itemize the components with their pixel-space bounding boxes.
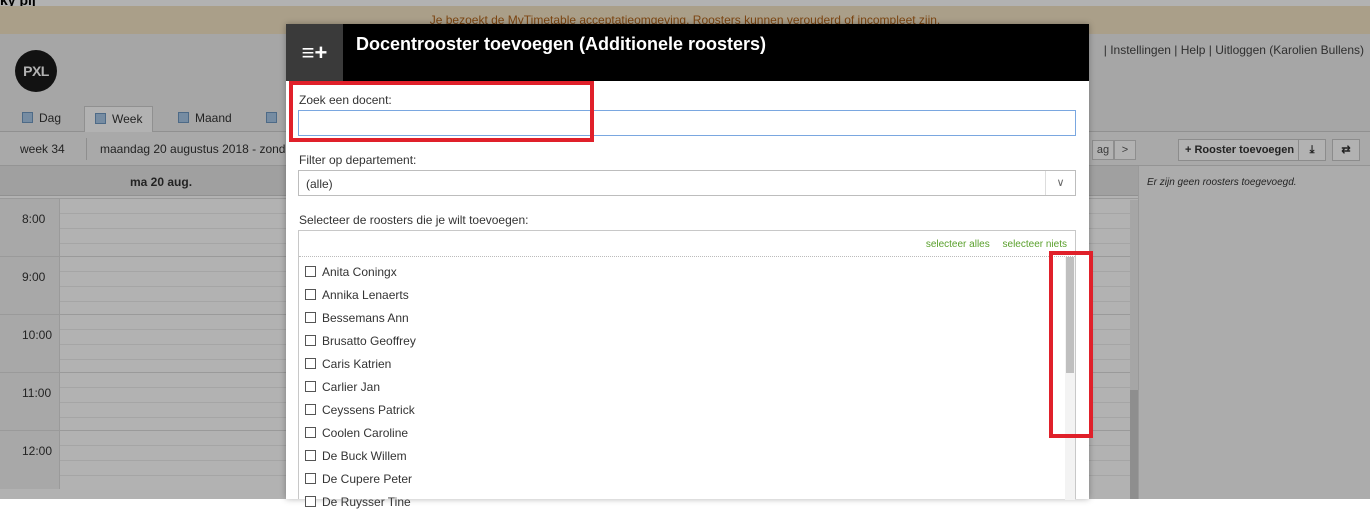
filter-label: Filter op departement: xyxy=(299,153,417,167)
dialog-header: ≡+ Docentrooster toevoegen (Additionele … xyxy=(286,24,1089,81)
divider xyxy=(299,256,1075,257)
highlight-search-box xyxy=(289,81,594,142)
checkbox[interactable] xyxy=(305,473,316,484)
checkbox[interactable] xyxy=(305,404,316,415)
highlight-scrollbar xyxy=(1049,251,1093,438)
teacher-item[interactable]: Annika Lenaerts xyxy=(305,284,1055,307)
checkbox[interactable] xyxy=(305,450,316,461)
checkbox[interactable] xyxy=(305,381,316,392)
filter-value: (alle) xyxy=(306,177,333,191)
checkbox[interactable] xyxy=(305,335,316,346)
select-all-link[interactable]: selecteer alles xyxy=(926,239,990,250)
checkbox[interactable] xyxy=(305,358,316,369)
checkbox[interactable] xyxy=(305,496,316,507)
select-label: Selecteer de roosters die je wilt toevoe… xyxy=(299,213,529,227)
teacher-item[interactable]: Ceyssens Patrick xyxy=(305,399,1055,422)
checkbox[interactable] xyxy=(305,266,316,277)
checkbox[interactable] xyxy=(305,289,316,300)
teacher-list: selecteer alles selecteer niets Anita Co… xyxy=(298,230,1076,509)
dialog-title: Docentrooster toevoegen (Additionele roo… xyxy=(356,34,767,54)
list-add-icon: ≡+ xyxy=(286,24,343,81)
teacher-item[interactable]: Caris Katrien xyxy=(305,353,1055,376)
teacher-items: Anita Coningx Annika Lenaerts Bessemans … xyxy=(305,261,1055,514)
selection-links: selecteer alles selecteer niets xyxy=(916,239,1067,250)
teacher-item[interactable]: Coolen Caroline xyxy=(305,422,1055,445)
teacher-item[interactable]: De Ruysser Tine xyxy=(305,491,1055,514)
teacher-item[interactable]: Carlier Jan xyxy=(305,376,1055,399)
teacher-item[interactable]: De Cupere Peter xyxy=(305,468,1055,491)
chevron-down-icon: ∨ xyxy=(1045,171,1075,195)
select-none-link[interactable]: selecteer niets xyxy=(1003,239,1067,250)
teacher-item[interactable]: Brusatto Geoffrey xyxy=(305,330,1055,353)
department-filter-select[interactable]: (alle) ∨ xyxy=(298,170,1076,196)
teacher-item[interactable]: De Buck Willem xyxy=(305,445,1055,468)
teacher-item[interactable]: Bessemans Ann xyxy=(305,307,1055,330)
checkbox[interactable] xyxy=(305,312,316,323)
checkbox[interactable] xyxy=(305,427,316,438)
teacher-item[interactable]: Anita Coningx xyxy=(305,261,1055,284)
